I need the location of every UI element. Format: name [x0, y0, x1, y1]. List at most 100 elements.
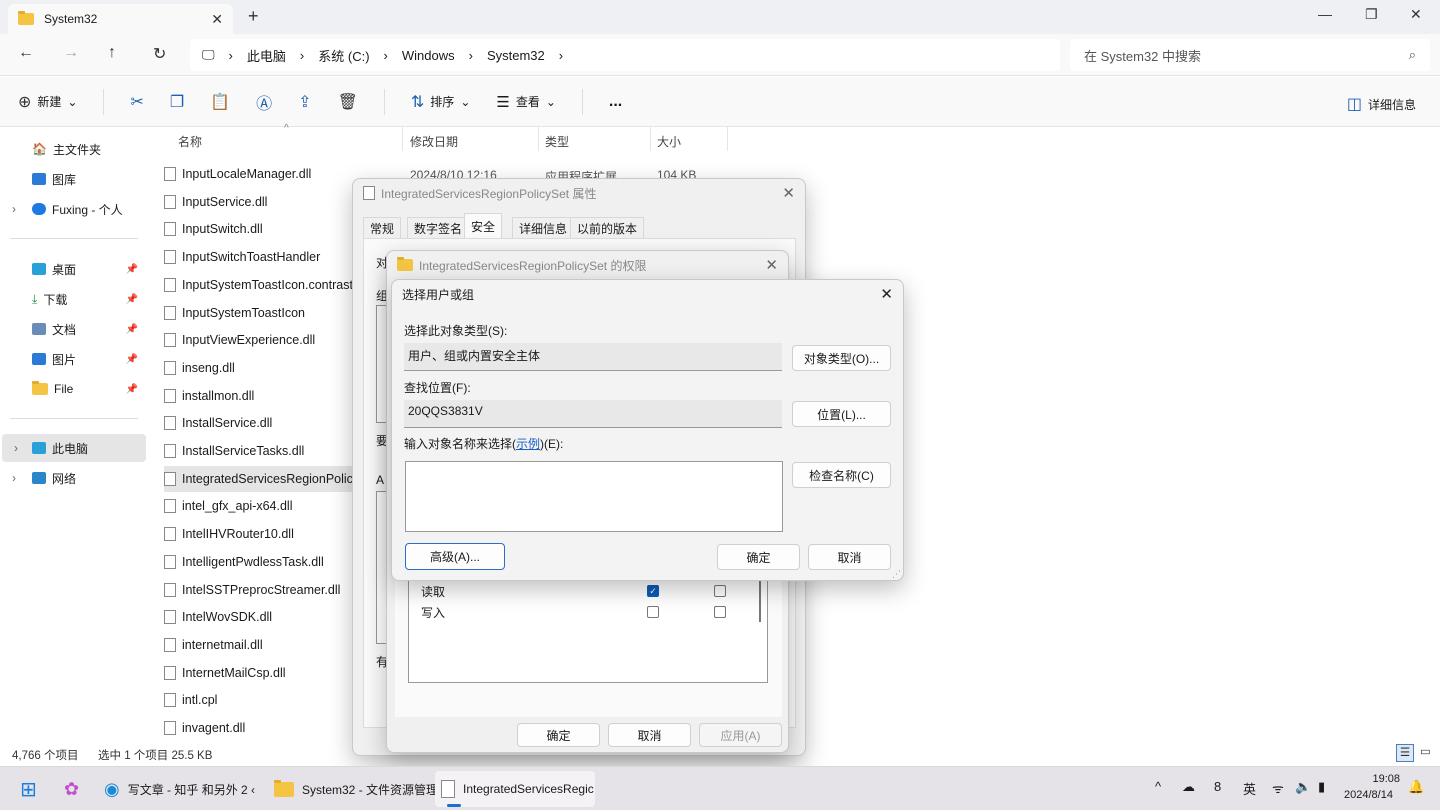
close-tab-icon[interactable]: ✕	[211, 11, 223, 28]
file-row[interactable]: IntegratedServicesRegionPolic	[164, 465, 354, 492]
column-size[interactable]: 大小	[657, 133, 681, 150]
deny-checkbox[interactable]	[714, 606, 726, 618]
paste-icon[interactable]: 📋	[210, 92, 230, 112]
forward-button[interactable]: →	[63, 44, 79, 62]
maximize-button[interactable]: ❐	[1365, 6, 1378, 23]
tiles-view-button[interactable]: ▭	[1420, 744, 1431, 758]
delete-icon[interactable]: 🗑	[338, 92, 358, 112]
deny-checkbox[interactable]	[714, 585, 726, 597]
column-date[interactable]: 修改日期	[410, 133, 458, 150]
file-row[interactable]: InputSwitch.dll	[164, 216, 364, 242]
sidebar-item-downloads[interactable]: ⤓ 下载 📌	[10, 285, 146, 313]
check-names-button[interactable]: 检查名称(C)	[792, 462, 891, 488]
search-input[interactable]: 在 System32 中搜索 ⌕	[1070, 39, 1430, 71]
ok-button[interactable]: 确定	[517, 723, 600, 747]
tab-security[interactable]: 安全	[464, 213, 503, 239]
close-button[interactable]: ✕	[765, 256, 778, 274]
file-row[interactable]: internetmail.dll	[164, 632, 364, 658]
notifications-icon[interactable]: 🔔	[1408, 779, 1424, 795]
copy-icon[interactable]: ❐	[170, 92, 184, 112]
new-button[interactable]: ⊕ 新建 ⌄	[18, 92, 77, 112]
wifi-icon[interactable]: ᯤ	[1272, 779, 1284, 797]
rename-icon[interactable]: Ⓐ	[256, 90, 272, 114]
volume-icon[interactable]: 🔈	[1295, 779, 1311, 795]
tab-details[interactable]: 详细信息	[512, 217, 575, 239]
taskbar-edge[interactable]: ◉ 写文章 - 知乎 和另外 2 ‹	[98, 771, 261, 807]
file-row[interactable]: InputSwitchToastHandler	[164, 244, 364, 270]
allow-checkbox[interactable]	[647, 606, 659, 618]
new-tab-button[interactable]: +	[248, 6, 259, 27]
cut-icon[interactable]: ✂	[130, 92, 143, 112]
sidebar-item-thispc[interactable]: › 此电脑	[2, 434, 146, 462]
copilot-button[interactable]: ✿	[58, 771, 85, 807]
tab-general[interactable]: 常规	[363, 217, 402, 239]
file-row[interactable]: IntelligentPwdlessTask.dll	[164, 549, 364, 575]
file-row[interactable]: invagent.dll	[164, 715, 364, 741]
minimize-button[interactable]: —	[1318, 6, 1332, 22]
refresh-button[interactable]: ↻	[153, 44, 166, 64]
resize-grip[interactable]: ⋰	[892, 569, 901, 580]
file-row[interactable]: IntelSSTPreprocStreamer.dll	[164, 577, 364, 603]
back-button[interactable]: ←	[18, 44, 34, 62]
clock-time[interactable]: 19:08	[1362, 773, 1400, 785]
sort-button[interactable]: ⇅ 排序 ⌄	[411, 92, 470, 112]
breadcrumb[interactable]: 🖵 › 此电脑 › 系统 (C:) › Windows › System32 ›	[190, 39, 1060, 71]
share-icon[interactable]: ⇪	[298, 92, 311, 112]
file-row[interactable]: InstallServiceTasks.dll	[164, 438, 364, 464]
file-row[interactable]: InstallService.dll	[164, 410, 364, 436]
tab-digital-signatures[interactable]: 数字签名	[407, 217, 470, 239]
apply-button[interactable]: 应用(A)	[699, 723, 782, 747]
sidebar-item-home[interactable]: 🏠 主文件夹	[10, 135, 146, 163]
show-hidden-icons[interactable]: ^	[1155, 779, 1161, 794]
up-button[interactable]: ↑	[108, 44, 116, 62]
file-row[interactable]: InputViewExperience.dll	[164, 327, 364, 353]
tab-system32[interactable]: System32 ✕	[8, 4, 233, 34]
view-button[interactable]: ☰ 查看 ⌄	[496, 93, 556, 111]
column-type[interactable]: 类型	[545, 133, 569, 150]
object-types-button[interactable]: 对象类型(O)...	[792, 345, 891, 371]
ok-button[interactable]: 确定	[717, 544, 800, 570]
file-row[interactable]: intl.cpl	[164, 687, 364, 713]
close-button[interactable]: ✕	[880, 285, 893, 303]
sidebar-item-desktop[interactable]: 桌面 📌	[10, 255, 146, 283]
sidebar-item-gallery[interactable]: 图库	[10, 165, 146, 193]
details-pane-button[interactable]: ◫ 详细信息	[1347, 94, 1416, 114]
file-row[interactable]: inseng.dll	[164, 355, 364, 381]
file-row[interactable]: InputSystemToastIcon.contrast	[164, 272, 364, 298]
tab-previous-versions[interactable]: 以前的版本	[570, 217, 645, 239]
phone-link-icon[interactable]: 8	[1214, 779, 1221, 794]
sidebar-item-onedrive[interactable]: › Fuxing - 个人	[10, 195, 146, 223]
taskbar-explorer[interactable]: System32 - 文件资源管理	[268, 771, 444, 807]
sidebar-item-file[interactable]: File 📌	[10, 375, 146, 403]
cancel-button[interactable]: 取消	[808, 544, 891, 570]
sidebar-item-pictures[interactable]: 图片 📌	[10, 345, 146, 373]
ime-indicator[interactable]: 英	[1243, 779, 1256, 798]
crumb-system32[interactable]: System32	[487, 48, 545, 63]
file-row[interactable]: InputLocaleManager.dll	[164, 161, 364, 187]
advanced-button[interactable]: 高级(A)...	[405, 543, 505, 570]
taskbar-properties[interactable]: IntegratedServicesRegic	[435, 771, 595, 807]
battery-icon[interactable]: ▮	[1318, 779, 1325, 795]
start-button[interactable]: ⊞	[14, 771, 43, 807]
object-names-input[interactable]	[405, 461, 783, 532]
file-row[interactable]: intel_gfx_api-x64.dll	[164, 493, 364, 519]
crumb-windows[interactable]: Windows	[402, 48, 455, 63]
clock-date[interactable]: 2024/8/14	[1344, 789, 1393, 801]
sidebar-item-documents[interactable]: 文档 📌	[10, 315, 146, 343]
crumb-c[interactable]: 系统 (C:)	[318, 46, 369, 65]
file-row[interactable]: InputService.dll	[164, 189, 364, 215]
file-row[interactable]: installmon.dll	[164, 383, 364, 409]
crumb-thispc[interactable]: 此电脑	[247, 46, 286, 65]
column-name[interactable]: 名称	[178, 133, 202, 150]
more-button[interactable]: ...	[609, 93, 622, 111]
details-view-button[interactable]: ☰	[1396, 744, 1414, 762]
cancel-button[interactable]: 取消	[608, 723, 691, 747]
file-row[interactable]: IntelWovSDK.dll	[164, 604, 364, 630]
file-row[interactable]: IntelIHVRouter10.dll	[164, 521, 364, 547]
allow-checkbox[interactable]: ✓	[647, 585, 659, 597]
sidebar-item-network[interactable]: › 网络	[10, 464, 146, 492]
examples-link[interactable]: 示例	[516, 437, 540, 451]
locations-button[interactable]: 位置(L)...	[792, 401, 891, 427]
file-row[interactable]: InternetMailCsp.dll	[164, 660, 364, 686]
onedrive-icon[interactable]: ☁	[1182, 779, 1195, 795]
